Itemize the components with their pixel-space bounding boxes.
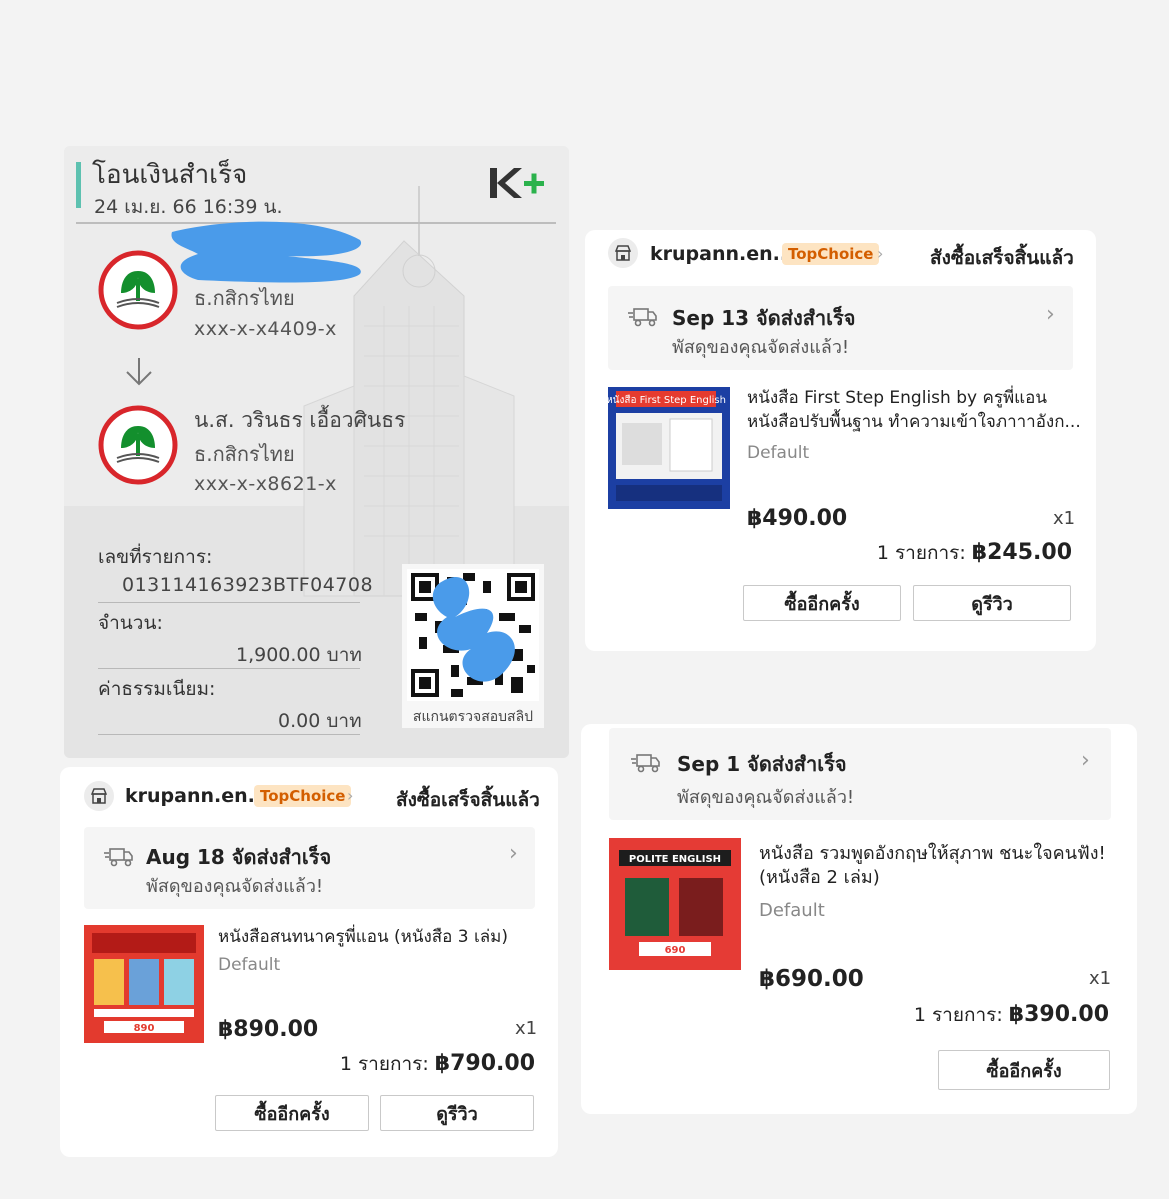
thumbnail-price: 690 <box>665 945 686 956</box>
buy-again-button[interactable]: ซื้ออีกครั้ง <box>215 1095 369 1131</box>
product-thumbnail[interactable]: POLITE ENGLISH 690 <box>609 838 741 970</box>
product-thumbnail[interactable]: 890 <box>84 925 204 1043</box>
truck-icon <box>631 754 660 773</box>
shipping-title: Sep 1 จัดส่งสำเร็จ <box>677 752 847 776</box>
slip-separator <box>98 602 360 603</box>
kplus-logo-icon <box>490 168 544 198</box>
thumbnail-title: POLITE ENGLISH <box>629 854 721 865</box>
order-status: สังซื้อเสร็จสิ้นแล้ว <box>930 247 1074 269</box>
store-icon <box>615 245 631 261</box>
ref-label: เลขที่รายการ: <box>98 546 213 568</box>
fee-value: 0.00 บาท <box>278 710 362 732</box>
product-name[interactable]: หนังสือ รวมพูดอังกฤษให้สุภาพ ชนะใจคนฟัง! <box>759 842 1106 866</box>
amount-label: จำนวน: <box>98 612 163 634</box>
from-account-number: xxx-x-x4409-x <box>194 318 337 340</box>
to-account-name: น.ส. วรินธร เอื้อวศินธร <box>194 408 406 432</box>
shipping-subtitle: พัสดุของคุณจัดส่งแล้ว! <box>677 787 855 808</box>
qr-verify-box[interactable]: สแกนตรวจสอบสลิป <box>402 564 544 728</box>
product-name[interactable]: หนังสือสนทนาครูพี่แอน (หนังสือ 3 เล่ม) <box>218 925 508 949</box>
slip-accent-bar <box>76 162 81 208</box>
ref-value: 013114163923BTF04708 <box>122 574 374 596</box>
chevron-right-icon: › <box>509 841 518 866</box>
from-bank-name: ธ.กสิกรไทย <box>194 286 295 310</box>
product-thumbnail[interactable]: หนังสือ First Step English <box>608 387 730 509</box>
order-total: 1 รายการ: ฿790.00 <box>339 1051 535 1076</box>
chevron-right-icon[interactable]: › <box>877 244 883 263</box>
shop-name[interactable]: krupann.en... <box>650 243 794 265</box>
shipping-subtitle: พัสดุของคุณจัดส่งแล้ว! <box>672 337 850 358</box>
product-variant: Default <box>747 443 810 463</box>
to-bank-name: ธ.กสิกรไทย <box>194 442 295 466</box>
slip-separator <box>98 668 360 669</box>
chevron-right-icon: › <box>1046 302 1055 327</box>
thumbnail-title: หนังสือ First Step English <box>608 394 726 406</box>
shipping-title: Sep 13 จัดส่งสำเร็จ <box>672 306 856 330</box>
order-status: สังซื้อเสร็จสิ้นแล้ว <box>396 789 540 811</box>
view-review-button[interactable]: ดูรีวิว <box>913 585 1071 621</box>
view-review-button[interactable]: ดูรีวิว <box>380 1095 534 1131</box>
shipping-status-row[interactable]: Sep 1 จัดส่งสำเร็จ พัสดุของคุณจัดส่งแล้ว… <box>609 728 1111 820</box>
order-total: 1 รายการ: ฿390.00 <box>913 1002 1109 1027</box>
kbank-logo-icon <box>98 405 178 485</box>
product-price: ฿490.00 <box>747 506 848 531</box>
kbank-logo-icon <box>98 250 178 330</box>
thumbnail-price: 890 <box>134 1023 155 1034</box>
product-quantity: x1 <box>515 1018 538 1039</box>
shop-icon <box>84 781 114 811</box>
order-total: 1 รายการ: ฿245.00 <box>876 540 1072 565</box>
order-card: krupann.en... TopChoice › สังซื้อเสร็จสิ… <box>60 767 558 1157</box>
transfer-slip: โอนเงินสำเร็จ 24 เม.ย. 66 16:39 น. ธ.กสิ… <box>64 146 569 758</box>
chevron-right-icon: › <box>1081 748 1090 773</box>
product-price: ฿890.00 <box>218 1017 319 1042</box>
redacted-name-mark <box>171 221 362 283</box>
amount-value: 1,900.00 บาท <box>236 644 362 666</box>
topchoice-badge: TopChoice <box>782 243 880 265</box>
topchoice-badge: TopChoice <box>254 785 352 807</box>
shipping-title: Aug 18 จัดส่งสำเร็จ <box>146 845 332 869</box>
buy-again-button[interactable]: ซื้ออีกครั้ง <box>938 1050 1110 1090</box>
qr-caption: สแกนตรวจสอบสลิป <box>412 709 534 725</box>
chevron-right-icon[interactable]: › <box>347 786 353 805</box>
shop-icon <box>608 238 638 268</box>
order-card: krupann.en... TopChoice › สังซื้อเสร็จสิ… <box>585 230 1096 651</box>
qr-code-icon <box>407 569 539 701</box>
product-quantity: x1 <box>1089 968 1112 989</box>
truck-icon <box>104 848 133 867</box>
product-variant: Default <box>218 955 281 975</box>
store-icon <box>91 788 107 804</box>
product-quantity: x1 <box>1053 508 1076 529</box>
shipping-subtitle: พัสดุของคุณจัดส่งแล้ว! <box>146 876 324 897</box>
product-description: (หนังสือ 2 เล่ม) <box>759 867 880 888</box>
to-account-number: xxx-x-x8621-x <box>194 473 337 495</box>
arrow-down-icon <box>126 358 152 386</box>
order-card: Sep 1 จัดส่งสำเร็จ พัสดุของคุณจัดส่งแล้ว… <box>581 724 1137 1114</box>
truck-icon <box>628 308 657 327</box>
shipping-status-row[interactable]: Aug 18 จัดส่งสำเร็จ พัสดุของคุณจัดส่งแล้… <box>84 827 535 909</box>
slip-separator <box>98 734 360 735</box>
product-variant: Default <box>759 900 825 921</box>
shop-name[interactable]: krupann.en... <box>125 785 269 807</box>
shipping-status-row[interactable]: Sep 13 จัดส่งสำเร็จ พัสดุของคุณจัดส่งแล้… <box>608 286 1073 370</box>
product-description: หนังสือปรับพื้นฐาน ทำความเข้าใจภาาาอังก.… <box>747 412 1081 432</box>
slip-title: โอนเงินสำเร็จ <box>92 160 248 190</box>
product-price: ฿690.00 <box>759 966 864 992</box>
buy-again-button[interactable]: ซื้ออีกครั้ง <box>743 585 901 621</box>
product-name[interactable]: หนังสือ First Step English by ครูพี่แอน <box>747 386 1047 410</box>
fee-label: ค่าธรรมเนียม: <box>98 678 216 700</box>
